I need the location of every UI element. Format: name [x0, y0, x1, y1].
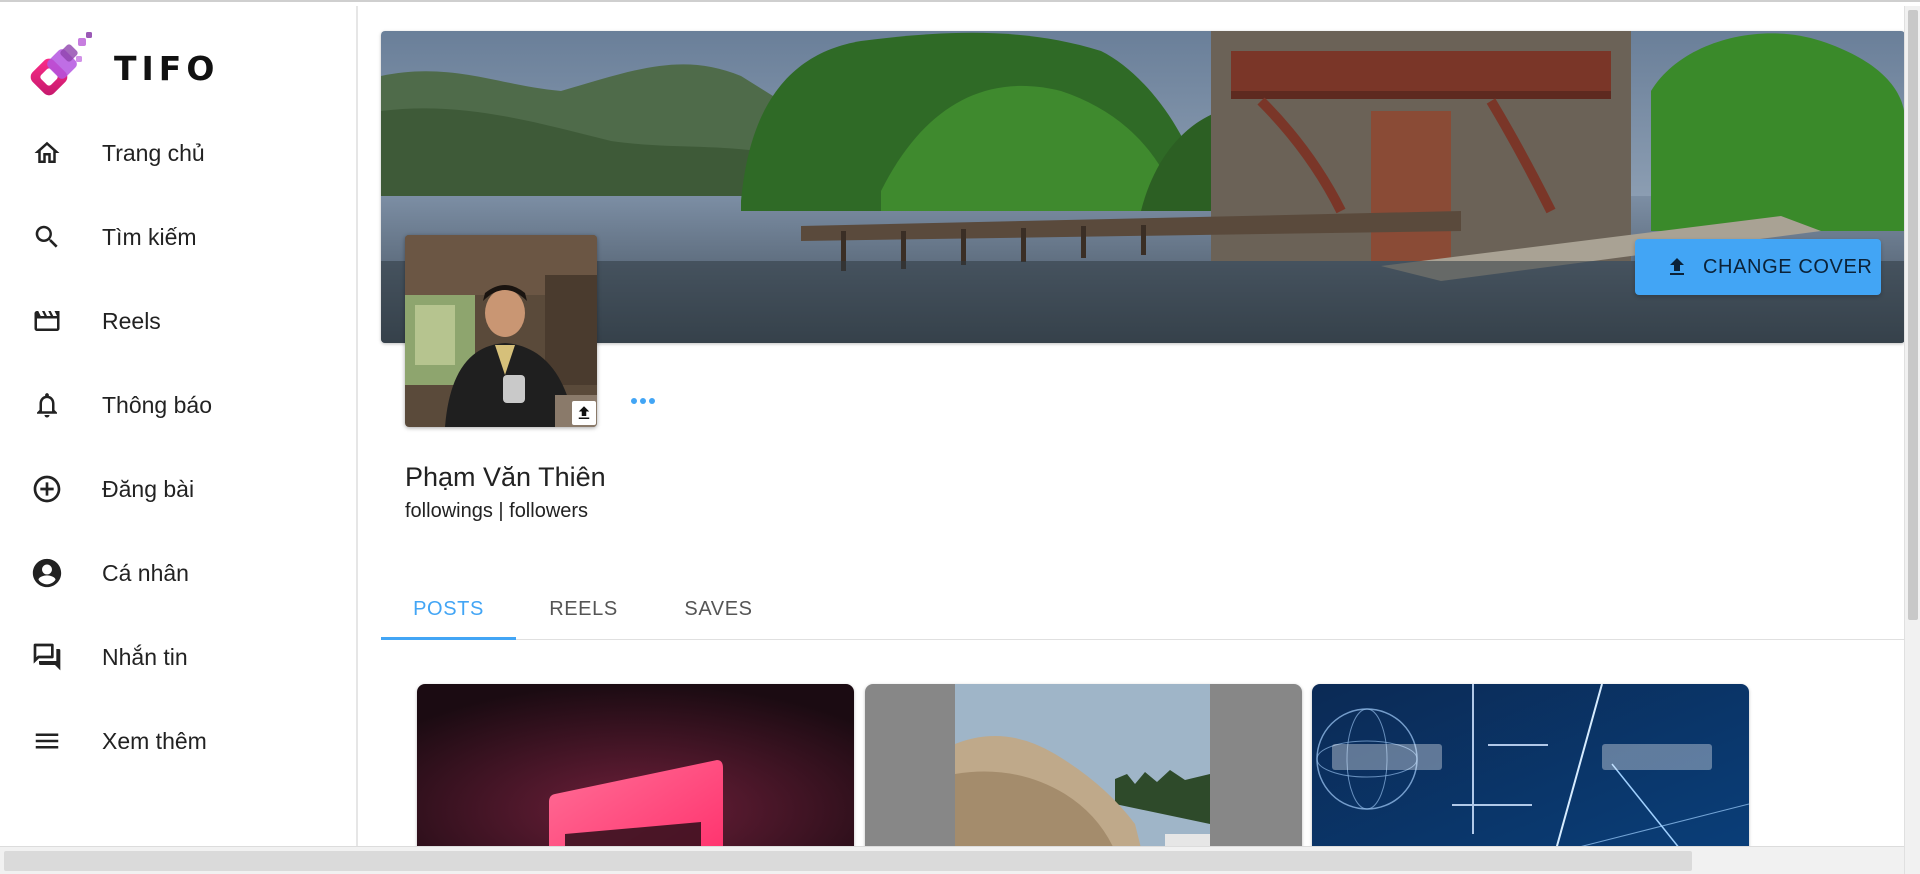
post-thumbnail[interactable]: [1312, 684, 1749, 846]
sidebar-item-label: Đăng bài: [102, 475, 195, 502]
tab-posts[interactable]: POSTS: [381, 578, 516, 640]
sidebar-item-label: Cá nhân: [102, 559, 189, 586]
sidebar-item-search[interactable]: Tìm kiếm: [0, 204, 356, 270]
bell-icon: [30, 388, 64, 422]
sidebar-item-label: Reels: [102, 307, 161, 334]
account-circle-icon: [30, 556, 64, 590]
tifo-logo-icon: [30, 32, 92, 96]
horizontal-scrollbar-thumb[interactable]: [4, 851, 1692, 871]
vertical-scrollbar[interactable]: [1904, 6, 1920, 874]
sidebar-item-label: Tìm kiếm: [102, 223, 197, 250]
sidebar-item-label: Xem thêm: [102, 727, 207, 754]
upload-icon: [1670, 258, 1684, 275]
sidebar: TIFO Trang chủ Tìm kiếm Reels Thông báo: [0, 6, 358, 846]
vertical-scrollbar-thumb[interactable]: [1908, 10, 1918, 620]
sidebar-item-more[interactable]: Xem thêm: [0, 708, 356, 774]
add-circle-icon: [30, 472, 64, 506]
more-dots-icon: [631, 398, 637, 404]
sidebar-item-create-post[interactable]: Đăng bài: [0, 456, 356, 522]
profile-tabs: POSTS REELS SAVES: [381, 578, 1904, 640]
post-thumbnail[interactable]: [417, 684, 854, 846]
profile-name: Phạm Văn Thiên: [405, 462, 606, 492]
active-tab-indicator: [381, 637, 516, 640]
logo[interactable]: TIFO: [28, 32, 219, 104]
logo-text: TIFO: [114, 48, 220, 88]
home-icon: [30, 136, 64, 170]
cover-photo: [381, 31, 1904, 343]
more-dot: [649, 398, 655, 404]
sidebar-item-profile[interactable]: Cá nhân: [0, 540, 356, 606]
sidebar-item-notifications[interactable]: Thông báo: [0, 372, 356, 438]
upload-icon: [578, 406, 590, 419]
sidebar-item-label: Trang chủ: [102, 139, 205, 166]
tab-reels[interactable]: REELS: [516, 578, 651, 640]
chat-icon: [30, 640, 64, 674]
search-icon: [30, 220, 64, 254]
avatar[interactable]: [405, 235, 597, 427]
change-cover-button[interactable]: CHANGE COVER: [1635, 239, 1881, 295]
post-thumbnail[interactable]: [865, 684, 1302, 846]
change-avatar-button[interactable]: [572, 401, 596, 425]
change-cover-label: CHANGE COVER: [1703, 255, 1873, 278]
sidebar-item-label: Nhắn tin: [102, 643, 188, 670]
sidebar-item-reels[interactable]: Reels: [0, 288, 356, 354]
tab-saves[interactable]: SAVES: [651, 578, 786, 640]
more-options-button[interactable]: [628, 386, 658, 416]
profile-main: CHANGE COVER Phạm Văn Thiên followings |…: [358, 6, 1904, 846]
sidebar-item-home[interactable]: Trang chủ: [0, 120, 356, 186]
follow-stats[interactable]: followings | followers: [405, 500, 588, 523]
sidebar-item-messages[interactable]: Nhắn tin: [0, 624, 356, 690]
menu-icon: [30, 724, 64, 758]
sidebar-item-label: Thông báo: [102, 391, 212, 418]
clapperboard-icon: [30, 304, 64, 338]
more-dot: [640, 398, 646, 404]
horizontal-scrollbar[interactable]: [0, 846, 1904, 874]
